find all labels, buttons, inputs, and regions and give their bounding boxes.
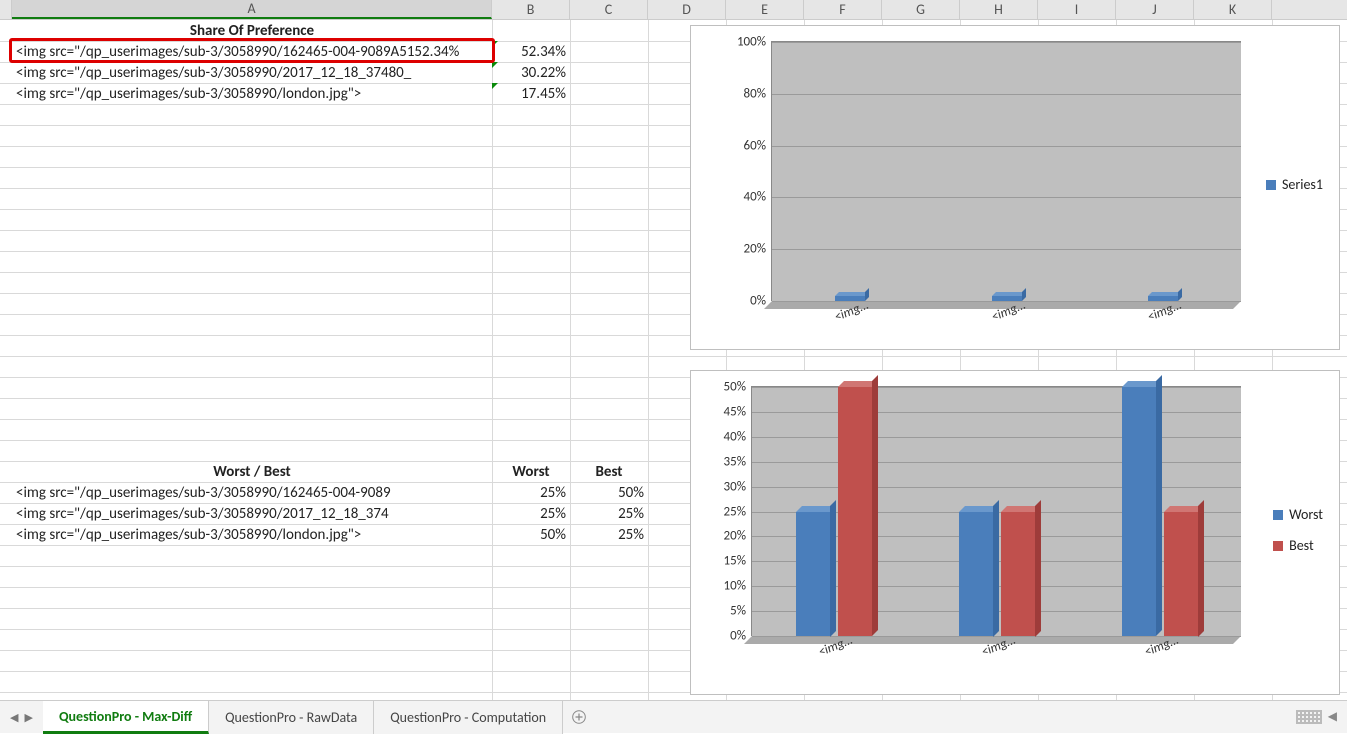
tab-scroll-left-icon[interactable]: ◀ [10, 711, 18, 724]
share-row-pct[interactable]: 30.22% [492, 62, 570, 83]
wb-row-label[interactable]: <img src="/qp_userimages/sub-3/3058990/l… [12, 524, 492, 545]
column-header-E[interactable]: E [726, 0, 804, 19]
wb-best[interactable]: 25% [570, 503, 648, 524]
chart-share-of-preference[interactable]: 0%20%40%60%80%100%<img…<img…<img… Series… [690, 25, 1340, 350]
legend-swatch [1273, 510, 1283, 520]
add-sheet-button[interactable] [563, 710, 595, 724]
column-header-K[interactable]: K [1194, 0, 1272, 19]
share-row-pct[interactable]: 52.34% [492, 41, 570, 62]
plot-area-1: 0%20%40%60%80%100%<img…<img…<img… [771, 41, 1241, 301]
bar-Series1-0 [835, 296, 865, 301]
column-header-D[interactable]: D [648, 0, 726, 19]
bar-Worst-2 [1122, 387, 1156, 636]
bar-Worst-1 [959, 512, 993, 637]
bar-Best-0 [838, 387, 872, 636]
sheet-scroll-buttons[interactable]: ◀ ▶ [0, 711, 43, 724]
legend-swatch [1273, 541, 1283, 551]
share-row-label[interactable]: <img src="/qp_userimages/sub-3/3058990/l… [12, 83, 492, 104]
worst-header[interactable]: Worst [492, 461, 570, 482]
legend-label: Best [1289, 537, 1314, 554]
wb-worst[interactable]: 25% [492, 482, 570, 503]
legend-label: Series1 [1282, 176, 1323, 193]
legend-label: Worst [1289, 506, 1323, 523]
column-header-C[interactable]: C [570, 0, 648, 19]
column-header-I[interactable]: I [1038, 0, 1116, 19]
column-header-H[interactable]: H [960, 0, 1038, 19]
column-header-B[interactable]: B [492, 0, 570, 19]
sheet-tab[interactable]: QuestionPro - Computation [374, 701, 563, 734]
chart1-legend: Series1 [1266, 176, 1323, 193]
sheet-tab[interactable]: QuestionPro - Max-Diff [43, 701, 209, 734]
bar-Worst-0 [796, 512, 830, 637]
chart-worst-best[interactable]: 0%5%10%15%20%25%30%35%40%45%50%<img…<img… [690, 370, 1340, 695]
wb-best[interactable]: 50% [570, 482, 648, 503]
wb-best[interactable]: 25% [570, 524, 648, 545]
share-title[interactable]: Share Of Preference [12, 20, 492, 41]
wb-worst[interactable]: 25% [492, 503, 570, 524]
column-header-F[interactable]: F [804, 0, 882, 19]
column-header-G[interactable]: G [882, 0, 960, 19]
wb-row-label[interactable]: <img src="/qp_userimages/sub-3/3058990/1… [12, 482, 492, 503]
bar-Series1-2 [1148, 296, 1178, 301]
chart2-legend: Worst Best [1273, 506, 1323, 554]
bar-Best-2 [1164, 512, 1198, 637]
sheet-tabs-bar: ◀ ▶ QuestionPro - Max-DiffQuestionPro - … [0, 700, 1347, 733]
plus-icon [572, 710, 586, 724]
column-headers: ABCDEFGHIJK [0, 0, 1347, 20]
worst-best-title[interactable]: Worst / Best [12, 461, 492, 482]
share-row-pct[interactable]: 17.45% [492, 83, 570, 104]
tab-scroll-right-icon[interactable]: ▶ [24, 711, 32, 724]
column-header-J[interactable]: J [1116, 0, 1194, 19]
bar-Best-1 [1001, 512, 1035, 637]
horizontal-scroll-indicator[interactable]: ◀ [1296, 709, 1337, 724]
best-header[interactable]: Best [570, 461, 648, 482]
sheet-tab[interactable]: QuestionPro - RawData [209, 701, 374, 734]
column-header-A[interactable]: A [12, 0, 492, 19]
legend-swatch [1266, 180, 1276, 190]
share-row-label[interactable]: <img src="/qp_userimages/sub-3/3058990/2… [12, 62, 512, 83]
wb-worst[interactable]: 50% [492, 524, 570, 545]
share-row-label[interactable]: <img src="/qp_userimages/sub-3/3058990/1… [12, 41, 512, 62]
plot-area-2: 0%5%10%15%20%25%30%35%40%45%50%<img…<img… [751, 386, 1241, 636]
bar-Series1-1 [992, 296, 1022, 301]
wb-row-label[interactable]: <img src="/qp_userimages/sub-3/3058990/2… [12, 503, 492, 524]
